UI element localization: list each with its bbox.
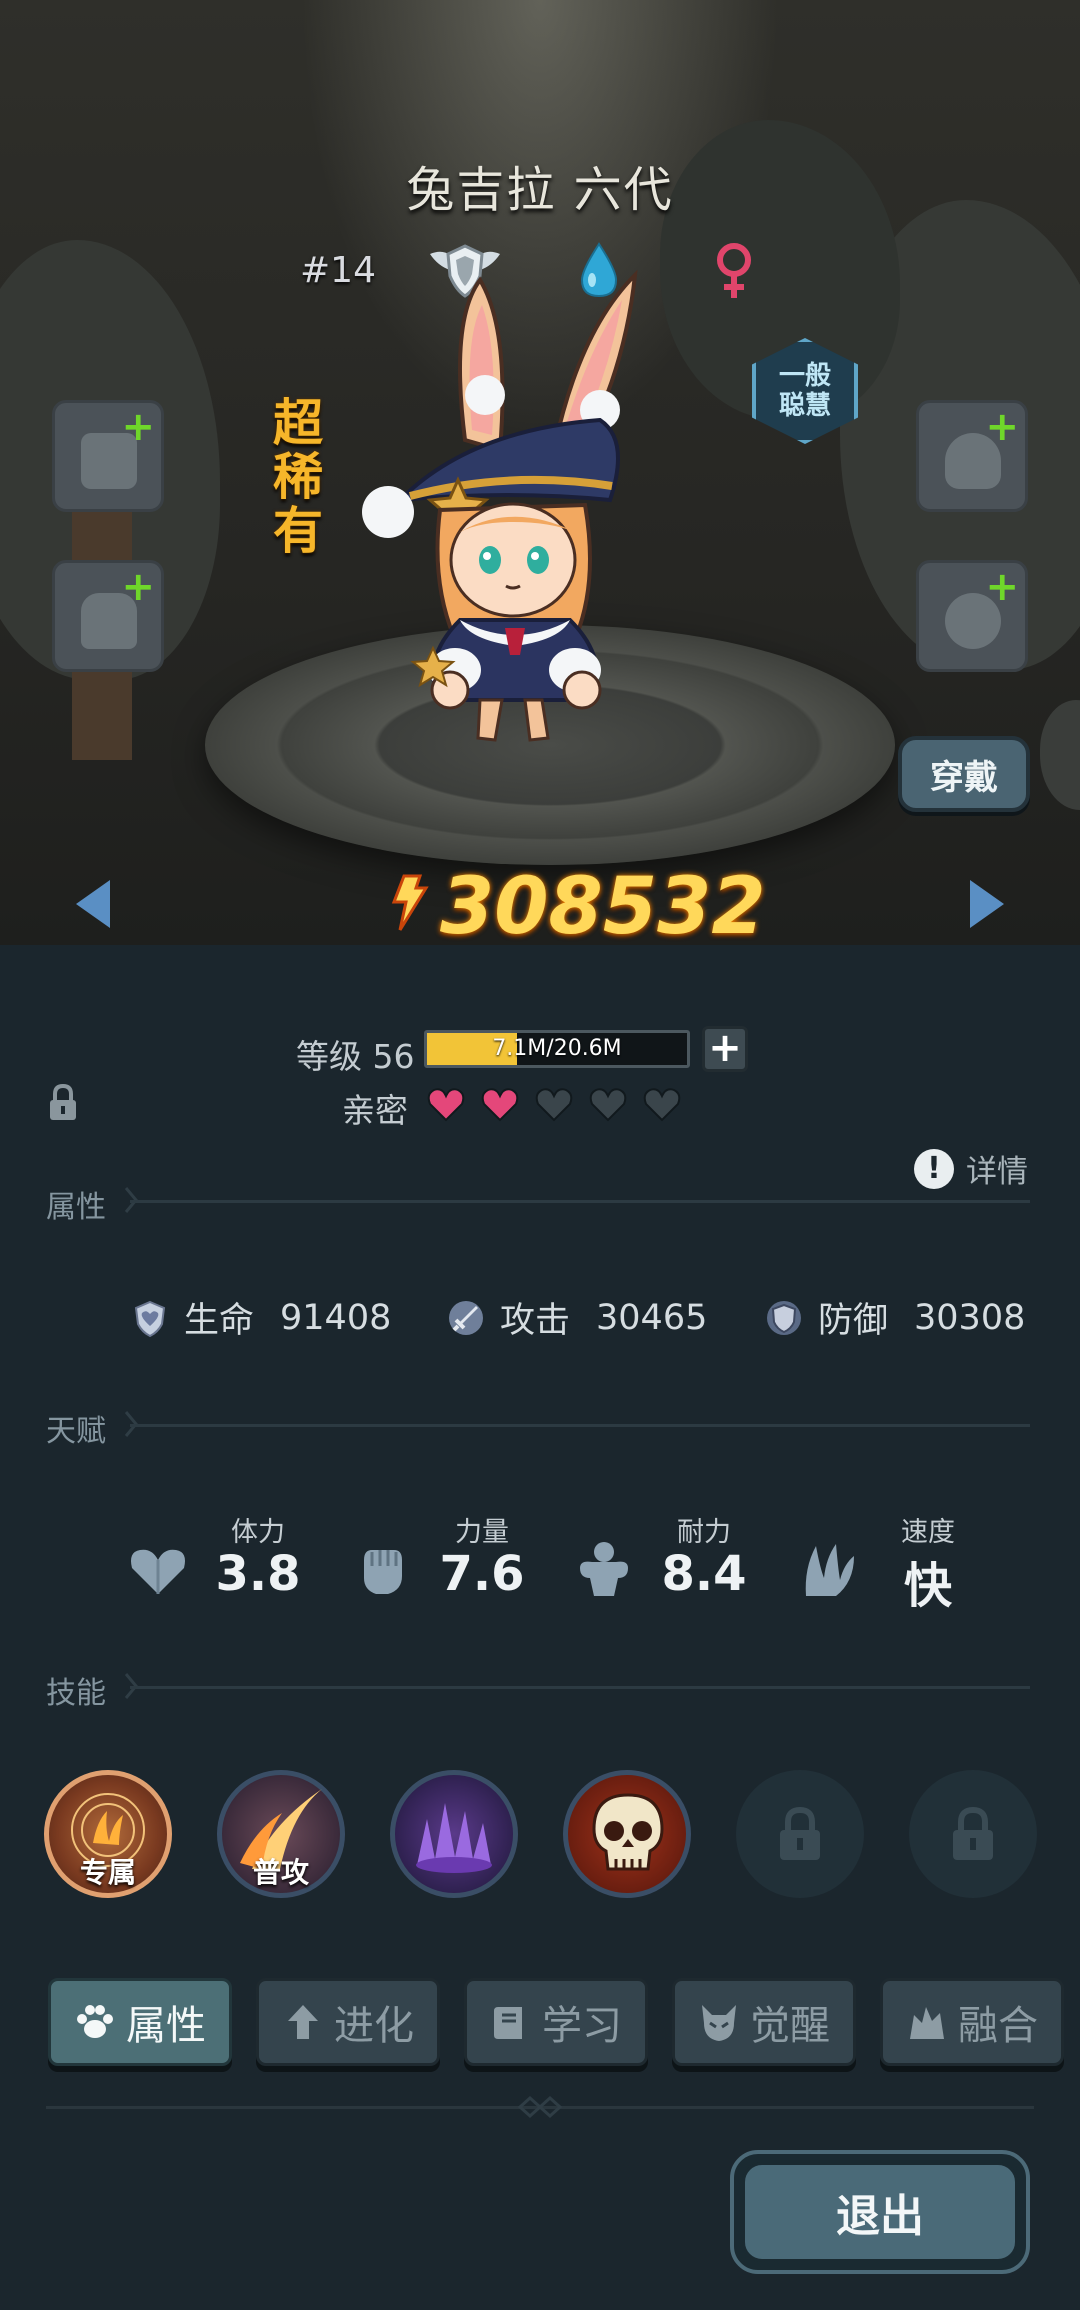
tab-label: 融合 [958,2003,1038,2049]
talent-value: 7.6 [439,1546,525,1602]
talent-name: 速度 [901,1517,955,1548]
skill-locked[interactable] [736,1770,864,1898]
lock-icon [780,1806,820,1860]
talent-endurance: 耐力 8.4 [572,1510,762,1610]
tab-attributes[interactable]: 属性 [48,1978,232,2066]
intimacy-label: 亲密 [342,1091,408,1130]
muscle-icon [580,1542,628,1596]
detail-label: 详情 [966,1154,1028,1190]
tab-label: 属性 [126,2003,206,2049]
intimacy-hearts [426,1086,682,1122]
skill-dark-spikes[interactable] [390,1770,518,1898]
stat-hp: 生命 91408 [130,1292,391,1343]
experience-bar: 7.1M/20.6M [424,1030,690,1068]
stat-value: 30465 [596,1297,708,1338]
stat-attack: 攻击 30465 [446,1292,707,1343]
paw-icon [77,2005,113,2038]
skill-label: 专属 [79,1856,136,1889]
skill-label: 普攻 [252,1856,309,1889]
divider-ornament-icon [517,2095,563,2119]
add-icon: + [985,564,1019,610]
heart-empty-icon [535,1088,573,1122]
tab-label: 觉醒 [750,2003,830,2049]
tab-awakening[interactable]: 觉醒 [672,1978,856,2066]
section-divider [130,1424,1030,1427]
section-divider [130,1686,1030,1689]
heart-icon [131,1549,185,1594]
exit-button-label: 退出 [742,2162,1018,2262]
section-divider [130,1200,1030,1203]
sword-icon [449,1300,483,1335]
tab-evolution[interactable]: 进化 [256,1978,440,2066]
tab-label: 进化 [334,2003,414,2049]
lock-icon[interactable] [46,1082,80,1122]
lock-icon [953,1806,993,1860]
equip-slot-necklace[interactable]: + [916,560,1028,672]
detail-button[interactable]: ! 详情 [914,1146,1028,1191]
previous-character-arrow-icon[interactable] [76,880,110,928]
heart-empty-icon [589,1088,627,1122]
power-value: 308532 [440,862,766,945]
stat-name: 生命 [184,1301,255,1341]
talent-name: 耐力 [677,1517,731,1548]
talent-strength: 力量 7.6 [350,1510,540,1610]
exclamation-icon: ! [914,1148,954,1189]
talent-stamina: 体力 3.8 [126,1510,316,1610]
character-sprite[interactable] [360,260,670,750]
heart-empty-icon [643,1088,681,1122]
merge-icon [910,2007,944,2039]
heart-filled-icon [427,1088,465,1122]
level-label: 等级 56 [296,1037,415,1076]
skill-locked[interactable] [909,1770,1037,1898]
fist-icon [364,1550,402,1594]
add-icon: + [985,404,1019,450]
stat-name: 防御 [818,1301,889,1341]
dark-spikes-icon [416,1803,492,1873]
tab-learning[interactable]: 学习 [464,1978,648,2066]
background-rock [1040,700,1080,810]
stat-name: 攻击 [500,1301,571,1341]
book-icon [494,2007,522,2039]
tab-label: 学习 [542,2003,622,2049]
skill-exclusive[interactable]: 专属 [44,1770,172,1898]
wing-icon [805,1544,854,1596]
section-title-talents: 天赋 [46,1414,106,1449]
add-icon: + [121,564,155,610]
next-character-arrow-icon[interactable] [970,880,1004,928]
power-icon [391,874,429,931]
exit-button[interactable]: 退出 [730,2150,1030,2274]
add-icon: + [121,404,155,450]
talent-value: 3.8 [215,1546,301,1602]
talent-value: 8.4 [661,1546,747,1602]
talent-speed: 速度 快 [796,1510,986,1614]
talent-name: 力量 [455,1517,509,1548]
equip-slot-armor[interactable]: + [916,400,1028,512]
wear-button[interactable]: 穿戴 [898,736,1030,812]
tab-fusion[interactable]: 融合 [880,1978,1064,2066]
stat-defense: 防御 30308 [764,1292,1025,1343]
skill-basic-attack[interactable]: 普攻 [217,1770,345,1898]
equip-slot-helmet[interactable]: + [52,560,164,672]
shield-icon [767,1300,801,1335]
section-title-skills: 技能 [46,1676,106,1711]
stat-value: 30308 [914,1297,1026,1338]
talent-name: 体力 [231,1517,285,1548]
experience-text: 7.1M/20.6M [492,1036,622,1061]
demon-icon [702,2005,736,2041]
heart-filled-icon [481,1088,519,1122]
arrow-up-icon [288,2005,318,2039]
add-experience-button[interactable]: + [702,1026,748,1072]
skill-skull[interactable] [563,1770,691,1898]
character-name: 兔吉拉 六代 [406,162,674,218]
section-title-attributes: 属性 [46,1190,106,1225]
talent-value: 快 [903,1558,952,1614]
skull-icon [592,1793,664,1871]
female-icon [717,243,751,298]
stat-value: 91408 [280,1297,392,1338]
rarity-label: 超稀有 [273,394,323,560]
heart-shield-icon [134,1300,166,1337]
equip-slot-gloves[interactable]: + [52,400,164,512]
intelligence-label: 一般聪慧 [778,361,831,421]
character-scene: 兔吉拉 六代 #14 超稀有 一般聪慧 + + + + 穿戴 308532 [0,0,1080,945]
